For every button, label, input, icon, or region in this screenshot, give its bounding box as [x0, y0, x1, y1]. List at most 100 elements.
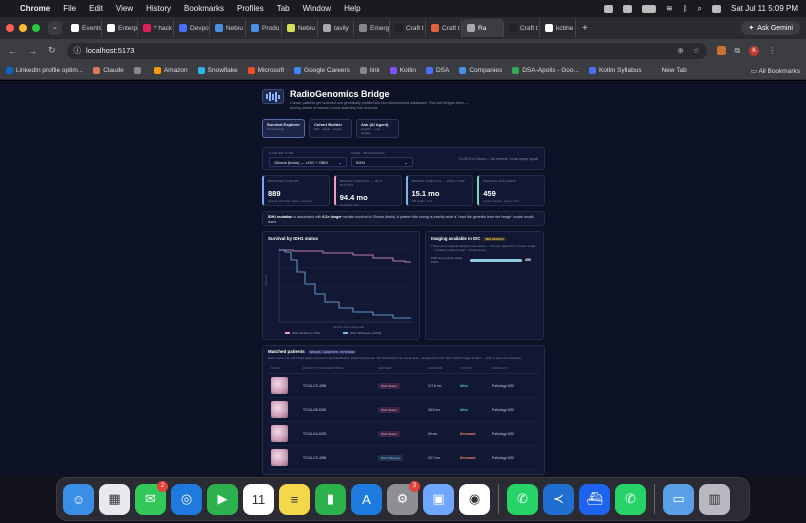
new-tab-button[interactable]: +	[582, 23, 588, 34]
calendar-icon[interactable]: 11	[243, 483, 274, 515]
close-window-button[interactable]	[6, 24, 14, 32]
bookmark-13[interactable]: New Tab	[651, 67, 687, 74]
scan-thumbnail[interactable]	[271, 377, 288, 394]
menu-bookmarks[interactable]: Bookmarks	[184, 4, 224, 13]
bookmark-9[interactable]: DSA	[425, 67, 449, 74]
extensions-puzzle-icon[interactable]: ⧉	[735, 46, 741, 56]
safari-icon[interactable]: ◎	[171, 483, 202, 515]
back-arrow-icon[interactable]: ←	[8, 46, 17, 56]
bookmark-0[interactable]: LinkedIn profile optim...	[6, 67, 83, 74]
tab-10[interactable]: Craft t	[426, 19, 462, 37]
search-icon[interactable]: ⌕	[698, 4, 702, 14]
whatsapp-2-icon[interactable]: ✆	[615, 483, 646, 515]
bookmark-favicon-icon	[133, 67, 141, 74]
tab-7[interactable]: tavily	[318, 19, 354, 37]
tab-13[interactable]: kcbhe	[540, 19, 576, 37]
url-text[interactable]: localhost:5173	[86, 46, 134, 55]
table-row[interactable]: TCGA-DB-5280 IDH1 Mutant 38.5 mo Alive Patho…	[268, 398, 539, 422]
menu-view[interactable]: View	[116, 4, 133, 13]
tab-12[interactable]: Craft t	[504, 19, 540, 37]
chrome-menu-icon[interactable]: ⋮	[768, 46, 776, 55]
table-row[interactable]: TCGA-CS-4938 IDH1 Wild-type 25.7 mo Decease…	[268, 446, 539, 470]
bookmark-6[interactable]: Google Careers	[294, 67, 350, 74]
downloads-icon[interactable]: ▭	[663, 483, 694, 515]
menu-help[interactable]: Help	[344, 4, 360, 13]
tab-1[interactable]: Enterp	[102, 19, 138, 37]
tab-5[interactable]: Produ	[246, 19, 282, 37]
status-value: Deceased	[460, 455, 476, 460]
clock[interactable]: Sat Jul 11 5:09 PM	[731, 4, 798, 13]
scan-thumbnail[interactable]	[271, 449, 288, 466]
facetime-icon[interactable]: ▶	[207, 483, 238, 515]
see-details-badge[interactable]: SEE DETAILS	[483, 236, 506, 241]
tab-11[interactable]: Ra	[462, 19, 504, 37]
menu-window[interactable]: Window	[303, 4, 331, 13]
site-info-icon[interactable]: ⓘ	[74, 45, 82, 56]
menu-profiles[interactable]: Profiles	[237, 4, 264, 13]
bookmark-10[interactable]: Companies	[459, 67, 502, 74]
tab-cohort-builder[interactable]: Cohort Builder filter · select · export	[309, 119, 352, 138]
minimize-window-button[interactable]	[19, 24, 27, 32]
chrome-icon[interactable]: ◉	[459, 483, 490, 515]
scan-thumbnail[interactable]	[271, 401, 288, 418]
bookmark-7[interactable]: link	[359, 67, 380, 74]
bookmark-3[interactable]: Amazon	[153, 67, 188, 74]
gene-select[interactable]: IDH1 ⌄	[351, 157, 413, 167]
messages-icon[interactable]: ✉ 2	[135, 480, 168, 515]
bookmark-8[interactable]: Kotlin	[389, 67, 416, 74]
tab-8[interactable]: Emerg	[354, 19, 390, 37]
launchpad-icon[interactable]: ▦	[99, 483, 130, 515]
vscode-icon[interactable]: ≺	[543, 483, 574, 515]
bookmark-2[interactable]	[133, 67, 144, 74]
table-row[interactable]: TCGA-DU-6392 IDH1 Mutant 69 mo Deceased Path…	[268, 422, 539, 446]
favicon-icon	[545, 24, 553, 32]
bookmark-12[interactable]: Kotlin Syllabus	[588, 67, 642, 74]
bookmark-star-icon[interactable]: ☆	[693, 46, 700, 55]
status-icon-1[interactable]	[604, 4, 613, 13]
tab-2[interactable]: * hack	[138, 19, 174, 37]
profile-avatar[interactable]: K	[749, 45, 760, 56]
system-settings-icon[interactable]: ⚙ 3	[387, 480, 420, 515]
forward-arrow-icon[interactable]: →	[28, 46, 37, 56]
menu-edit[interactable]: Edit	[89, 4, 103, 13]
menu-app[interactable]: Chrome	[20, 4, 50, 13]
menu-tab[interactable]: Tab	[277, 4, 290, 13]
ask-gemini-button[interactable]: ✦ Ask Gemini	[741, 21, 800, 35]
bluetooth-icon[interactable]: ᛒ	[683, 4, 688, 13]
finder-icon[interactable]: ☺	[63, 483, 94, 515]
bookmark-11[interactable]: DSA-Apolis - Goo...	[512, 67, 579, 74]
cancer-type-select[interactable]: Glioma (brain) — LGG + GBM ⌄	[269, 157, 347, 167]
notes-icon[interactable]: ≡	[279, 483, 310, 515]
all-bookmarks-button[interactable]: ▭ All Bookmarks	[751, 67, 800, 75]
tab-3[interactable]: Devpo	[174, 19, 210, 37]
tab-search-chevron-icon[interactable]: ⌄	[48, 21, 62, 35]
zoom-icon[interactable]: ⊕	[678, 46, 684, 55]
tab-6[interactable]: Nebiu	[282, 19, 318, 37]
tab-survival-explorer[interactable]: Survival Explorer live fan book	[262, 119, 305, 138]
bookmark-5[interactable]: Microsoft	[247, 67, 284, 74]
status-icon-2[interactable]	[623, 4, 632, 13]
table-row[interactable]: TCGA-CS-4938 IDH1 Mutant 117.6 mo Alive Path…	[268, 374, 539, 398]
tab-ask-agent[interactable]: Ask (AI Agent) English → tool → answer	[356, 119, 399, 138]
preview-icon[interactable]: ▣	[423, 483, 454, 515]
menu-file[interactable]: File	[63, 4, 76, 13]
address-bar[interactable]: ⓘ localhost:5173 ⊕ ☆	[66, 42, 707, 59]
scan-thumbnail[interactable]	[271, 425, 288, 442]
tab-4[interactable]: Nebiu	[210, 19, 246, 37]
control-center-icon[interactable]	[712, 4, 721, 13]
wifi-icon[interactable]: ≋	[666, 4, 673, 13]
bookmark-1[interactable]: Claude	[93, 67, 124, 74]
zoom-window-button[interactable]	[32, 24, 40, 32]
reload-icon[interactable]: ↻	[48, 45, 56, 56]
menu-history[interactable]: History	[146, 4, 171, 13]
whatsapp-icon[interactable]: ✆	[507, 483, 538, 515]
extension-icon[interactable]	[716, 46, 726, 55]
app-store-icon[interactable]: A	[351, 483, 382, 515]
tab-9[interactable]: Craft t	[390, 19, 426, 37]
trash-icon[interactable]: ▥	[699, 483, 730, 515]
docker-icon[interactable]: ⛴	[579, 483, 610, 515]
numbers-icon[interactable]: ▮	[315, 483, 346, 515]
battery-icon[interactable]	[642, 4, 656, 13]
bookmark-4[interactable]: Snowflake	[197, 67, 238, 74]
tab-0[interactable]: Events	[66, 19, 102, 37]
